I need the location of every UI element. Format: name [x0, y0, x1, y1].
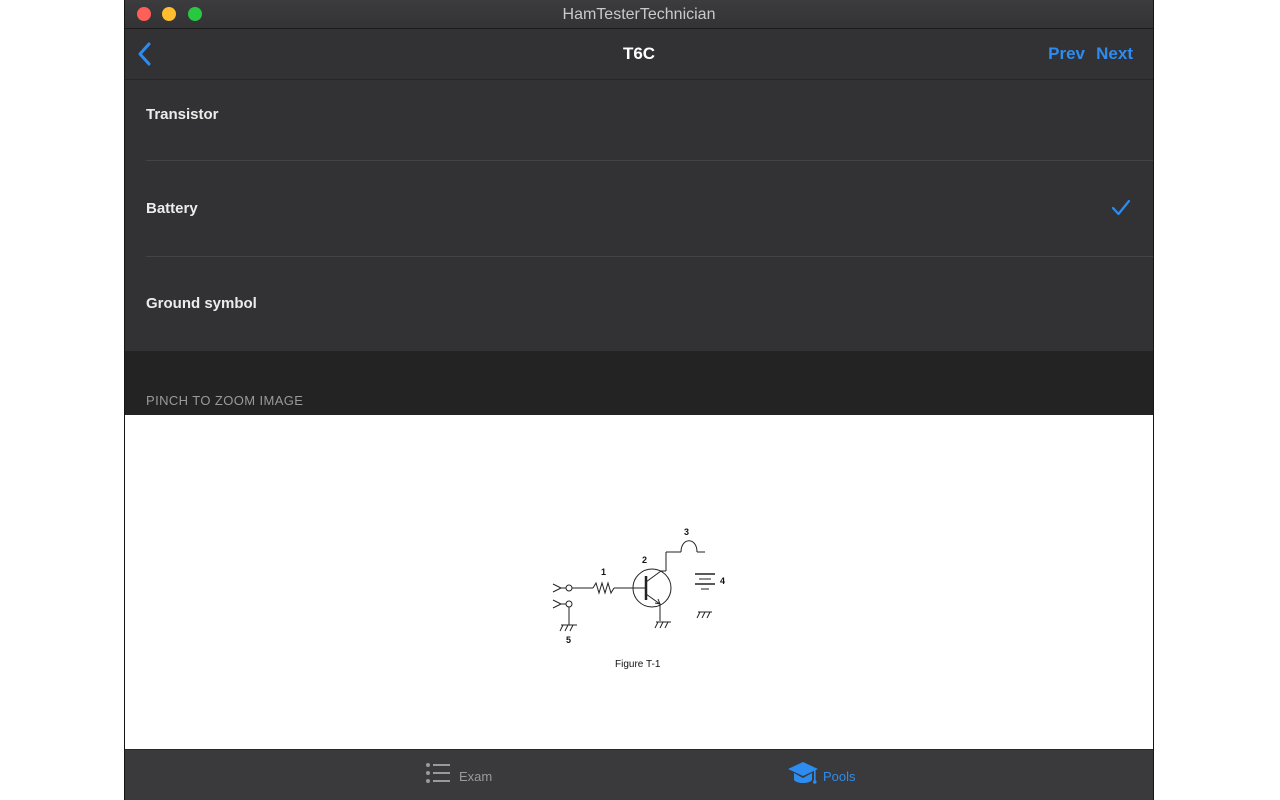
circuit-diagram	[552, 540, 715, 632]
navigation-bar: T6C Prev Next	[125, 29, 1153, 80]
answer-label: Battery	[146, 200, 198, 217]
title-bar: HamTesterTechnician	[125, 0, 1153, 29]
list-icon	[426, 763, 450, 783]
checkmark-icon	[1111, 199, 1131, 216]
answer-option-battery[interactable]: Battery	[125, 161, 1153, 256]
tab-exam[interactable]: Exam	[423, 750, 533, 800]
zoomable-image[interactable]: 1 2 3 4 5 Figure T-1	[125, 415, 1153, 749]
component-number: 3	[684, 527, 690, 537]
component-number: 2	[642, 555, 648, 565]
answer-option-ground-symbol[interactable]: Ground symbol	[125, 257, 1153, 351]
tab-pools[interactable]: Pools	[785, 750, 895, 800]
answer-list: Transistor Battery Ground symbol	[125, 80, 1153, 351]
tab-bar: Exam Pools	[125, 749, 1153, 800]
answer-label: Ground symbol	[146, 295, 257, 312]
answer-label: Transistor	[146, 106, 219, 123]
component-number: 1	[601, 567, 607, 577]
component-number: 4	[720, 576, 726, 586]
figure-caption: Figure T-1	[615, 659, 661, 670]
tab-label: Pools	[823, 769, 856, 784]
app-window: HamTesterTechnician T6C Prev Next Transi…	[124, 0, 1154, 800]
next-button[interactable]: Next	[1096, 29, 1133, 79]
component-number: 5	[566, 635, 572, 645]
section-header-label: PINCH TO ZOOM IMAGE	[146, 393, 304, 408]
page-title: T6C	[622, 44, 656, 63]
image-section-header: PINCH TO ZOOM IMAGE	[125, 351, 1153, 415]
window-title: HamTesterTechnician	[562, 6, 716, 23]
answer-option-transistor[interactable]: Transistor	[125, 80, 1153, 160]
graduation-cap-icon	[788, 762, 818, 784]
tab-label: Exam	[459, 769, 493, 784]
prev-button[interactable]: Prev	[1048, 29, 1085, 79]
